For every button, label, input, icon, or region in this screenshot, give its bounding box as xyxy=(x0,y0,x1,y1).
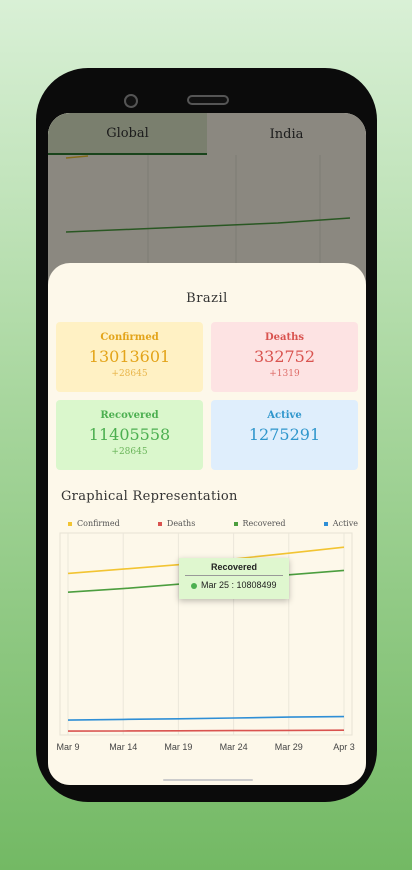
app-screen: Global India Brazil Confirmed 13013601 +… xyxy=(48,113,366,785)
legend-label: Deaths xyxy=(166,519,196,528)
active-card: Active 1275291 xyxy=(211,400,358,470)
country-detail-sheet: Brazil Confirmed 13013601 +28645 Deaths … xyxy=(48,263,366,785)
legend-label: Active xyxy=(332,519,358,528)
recovered-card: Recovered 11405558 +28645 xyxy=(56,400,203,470)
series-line-active xyxy=(67,715,345,721)
legend-item-deaths[interactable]: Deaths xyxy=(157,519,196,528)
chart-tooltip: Recovered Mar 25 : 10808499 xyxy=(179,558,289,599)
legend-label: Recovered xyxy=(242,519,286,528)
legend-item-recovered[interactable]: Recovered xyxy=(233,519,286,528)
tooltip-text: Mar 25 : 10808499 xyxy=(201,580,277,590)
confirmed-delta: +28645 xyxy=(111,369,148,379)
deaths-label: Deaths xyxy=(264,332,305,343)
legend-swatch xyxy=(233,522,238,526)
chart-legend: Confirmed Deaths Recovered Active xyxy=(68,519,358,528)
confirmed-card: Confirmed 13013601 +28645 xyxy=(56,322,203,392)
speaker-grille xyxy=(187,95,229,105)
sheet-handle[interactable] xyxy=(163,779,253,781)
deaths-card: Deaths 332752 +1319 xyxy=(211,322,358,392)
active-label: Active xyxy=(267,410,302,421)
x-tick-label: Mar 9 xyxy=(56,742,79,752)
active-value: 1275291 xyxy=(248,425,321,444)
deaths-value: 332752 xyxy=(253,347,316,366)
legend-swatch xyxy=(323,522,328,526)
x-tick-label: Apr 3 xyxy=(333,742,355,752)
recovered-label: Recovered xyxy=(100,410,159,421)
tooltip-dot xyxy=(191,582,197,589)
series-line-deaths xyxy=(67,729,345,732)
deaths-delta: +1319 xyxy=(269,369,300,379)
legend-item-active[interactable]: Active xyxy=(323,519,358,528)
confirmed-label: Confirmed xyxy=(100,332,159,343)
recovered-value: 11405558 xyxy=(88,425,171,444)
x-tick-label: Mar 24 xyxy=(220,742,248,752)
legend-swatch xyxy=(68,522,72,526)
confirmed-value: 13013601 xyxy=(88,347,171,366)
x-tick-label: Mar 29 xyxy=(275,742,303,752)
legend-item-confirmed[interactable]: Confirmed xyxy=(68,519,120,528)
country-title: Brazil xyxy=(186,291,228,306)
camera-icon xyxy=(124,94,138,108)
tooltip-row: Mar 25 : 10808499 xyxy=(179,576,289,590)
legend-label: Confirmed xyxy=(77,519,120,528)
phone-frame: Global India Brazil Confirmed 13013601 +… xyxy=(36,68,377,802)
recovered-delta: +28645 xyxy=(111,447,148,457)
x-tick-label: Mar 14 xyxy=(109,742,137,752)
x-tick-label: Mar 19 xyxy=(164,742,192,752)
tooltip-title: Recovered xyxy=(185,558,283,576)
graph-title: Graphical Representation xyxy=(61,489,238,504)
legend-swatch xyxy=(157,522,162,526)
